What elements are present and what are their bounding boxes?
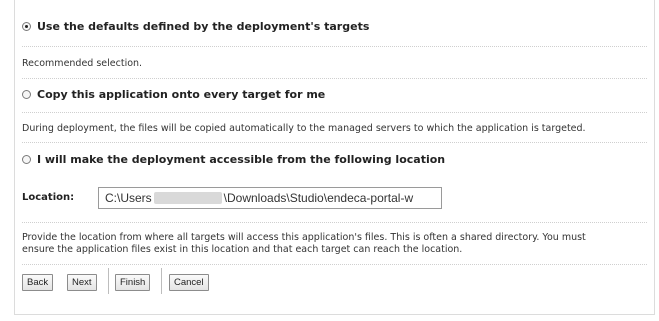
option-defaults-description: Recommended selection. [22, 58, 143, 69]
separator [22, 222, 647, 223]
radio-accessible[interactable] [22, 155, 31, 164]
option-defaults-label: Use the defaults defined by the deployme… [37, 20, 370, 33]
location-input[interactable]: C:\Users \Downloads\Studio\endeca-portal… [98, 187, 442, 209]
cancel-button[interactable]: Cancel [169, 274, 209, 291]
button-divider [161, 268, 162, 294]
location-description: Provide the location from where all targ… [22, 232, 642, 256]
back-button[interactable]: Back [22, 274, 54, 291]
option-copy-description: During deployment, the files will be cop… [22, 123, 586, 134]
separator [22, 264, 647, 265]
radio-copy[interactable] [22, 90, 31, 99]
location-value-prefix: C:\Users [105, 191, 152, 205]
location-description-line1: Provide the location from where all targ… [22, 232, 586, 243]
location-value-suffix: \Downloads\Studio\endeca-portal-w [223, 191, 414, 205]
finish-button[interactable]: Finish [115, 274, 151, 291]
option-defaults[interactable]: Use the defaults defined by the deployme… [22, 20, 369, 33]
radio-defaults[interactable] [22, 22, 31, 31]
location-description-line2: ensure the application files exist in th… [22, 244, 463, 255]
option-copy[interactable]: Copy this application onto every target … [22, 88, 325, 101]
redacted-username [153, 192, 222, 204]
option-copy-label: Copy this application onto every target … [37, 88, 326, 101]
option-accessible-label: I will make the deployment accessible fr… [37, 153, 446, 166]
location-label: Location: [22, 192, 75, 203]
next-button[interactable]: Next [67, 274, 97, 291]
separator [22, 112, 647, 113]
separator [22, 78, 647, 79]
separator [22, 46, 647, 47]
button-divider [108, 268, 109, 294]
option-accessible[interactable]: I will make the deployment accessible fr… [22, 153, 445, 166]
separator [22, 142, 647, 143]
